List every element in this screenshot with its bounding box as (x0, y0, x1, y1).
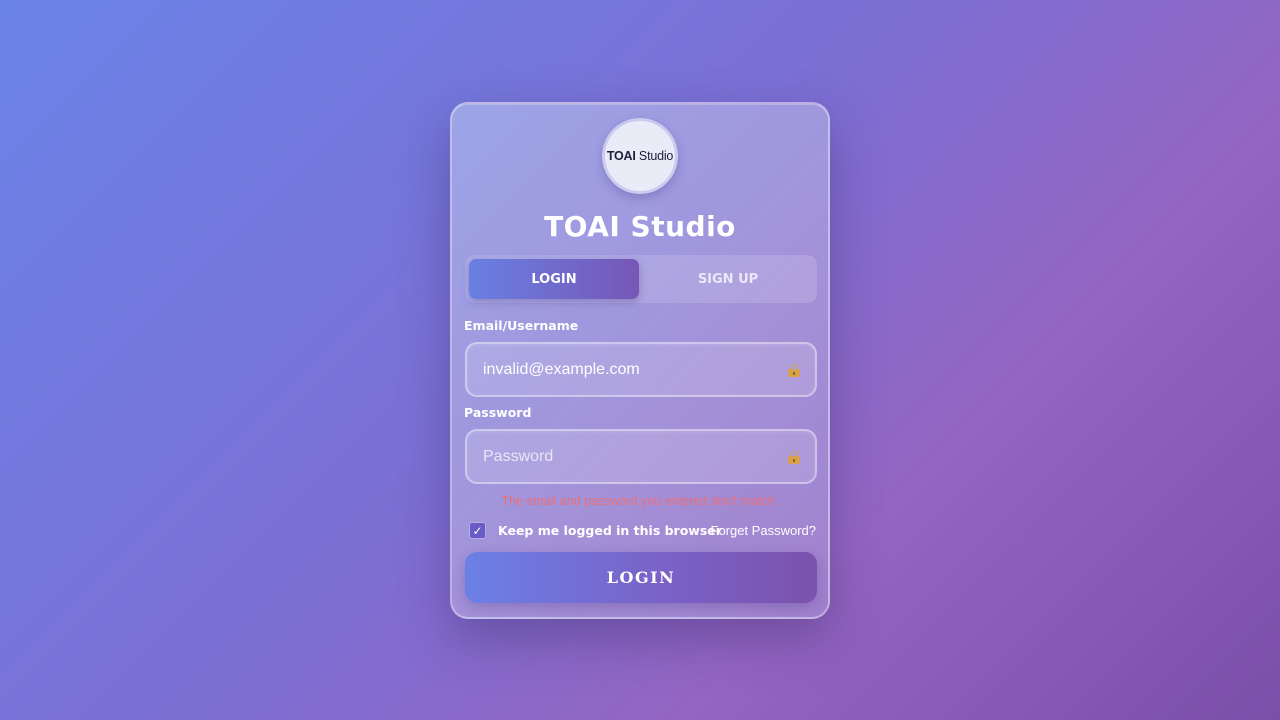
lock-icon (788, 451, 800, 464)
login-card: TOAI Studio TOAI Studio LOGIN SIGN UP Em… (450, 102, 830, 619)
remember-me[interactable]: ✓ Keep me logged in this browser (469, 522, 722, 539)
login-button[interactable]: LOGIN (465, 552, 817, 603)
lock-icon (788, 364, 800, 377)
error-message: The email and password you entered don't… (501, 494, 779, 508)
remember-checkbox[interactable]: ✓ (469, 522, 486, 539)
password-field-container (465, 429, 817, 484)
logo-text: TOAI Studio (606, 149, 674, 163)
email-input[interactable] (483, 344, 773, 395)
email-field-container (465, 342, 817, 397)
app-title: TOAI Studio (544, 210, 736, 243)
auth-tabs: LOGIN SIGN UP (465, 255, 817, 303)
remember-label: Keep me logged in this browser (498, 523, 722, 538)
logo-text-bold: TOAI (606, 149, 636, 163)
tab-sign-up[interactable]: SIGN UP (643, 259, 813, 299)
password-label: Password (464, 405, 532, 420)
tab-login[interactable]: LOGIN (469, 259, 639, 299)
logo-text-rest: Studio (635, 149, 674, 163)
password-input[interactable] (483, 431, 773, 482)
brand-logo: TOAI Studio (602, 118, 678, 194)
email-label: Email/Username (464, 318, 579, 333)
forgot-password-link[interactable]: Forget Password? (711, 523, 817, 538)
